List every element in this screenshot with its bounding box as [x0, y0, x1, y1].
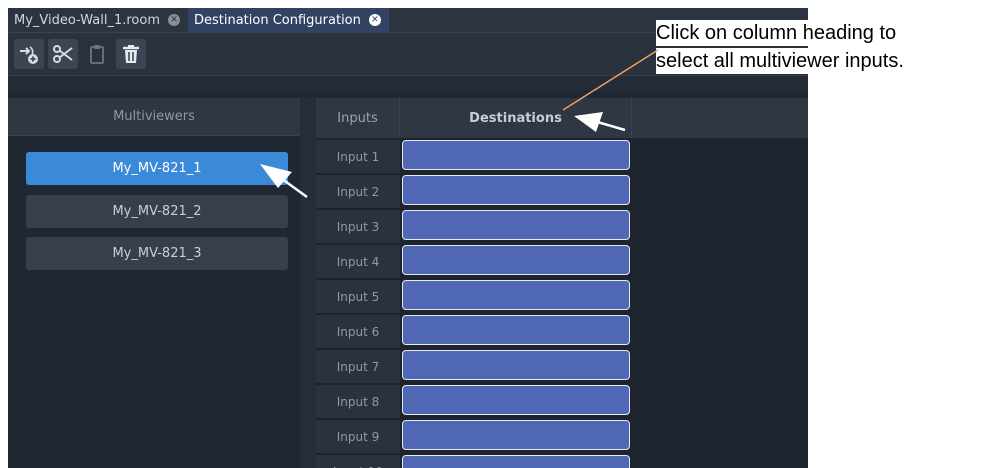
destination-cell[interactable] [402, 280, 630, 310]
destination-cell[interactable] [402, 140, 630, 170]
destination-cell[interactable] [402, 385, 630, 415]
input-row-label[interactable]: Input 4 [316, 245, 400, 279]
input-row-label[interactable]: Input 7 [316, 350, 400, 384]
tab-label: Destination Configuration [193, 12, 361, 28]
input-row-label[interactable]: Input 1 [316, 140, 400, 174]
paste-button[interactable] [82, 39, 112, 69]
destination-cell[interactable] [402, 455, 630, 468]
cut-button[interactable] [48, 39, 78, 69]
multiviewer-item[interactable]: My_MV-821_1 [26, 152, 288, 185]
destination-cell[interactable] [402, 245, 630, 275]
close-icon[interactable]: ✕ [167, 14, 180, 26]
callout-line-2: select all multiviewer inputs. [656, 48, 904, 74]
destination-cell[interactable] [402, 350, 630, 380]
scissors-icon [53, 45, 73, 63]
callout-line-1: Click on column heading to [656, 20, 897, 46]
delete-button[interactable] [116, 39, 146, 69]
destination-cell[interactable] [402, 420, 630, 450]
input-row-label[interactable]: Input 9 [316, 420, 400, 454]
destination-cell[interactable] [402, 175, 630, 205]
input-row-label[interactable]: Input 6 [316, 315, 400, 349]
multiviewer-item[interactable]: My_MV-821_2 [26, 195, 288, 228]
multiviewers-pane: Multiviewers My_MV-821_1 My_MV-821_2 My_… [8, 98, 300, 468]
close-icon[interactable]: ✕ [368, 14, 381, 26]
tab-label: My_Video-Wall_1.room [14, 12, 160, 28]
destinations-table: Inputs Destinations Input 1 Input 2 Inpu… [316, 98, 808, 468]
input-row-label[interactable]: Input 2 [316, 175, 400, 209]
tab-destination-configuration[interactable]: Destination Configuration ✕ [187, 8, 389, 32]
clipboard-icon [90, 45, 104, 64]
multiviewers-header: Multiviewers [8, 98, 300, 136]
add-destination-button[interactable] [14, 39, 44, 69]
inputs-column-header[interactable]: Inputs [316, 98, 400, 138]
input-row-label[interactable]: Input 3 [316, 210, 400, 244]
tab-video-wall-room[interactable]: My_Video-Wall_1.room ✕ [8, 8, 188, 32]
multiviewer-item[interactable]: My_MV-821_3 [26, 237, 288, 270]
empty-column-header [632, 98, 808, 138]
input-row-label[interactable]: Input 10 [316, 455, 400, 468]
trash-icon [123, 45, 139, 63]
destination-cell[interactable] [402, 210, 630, 240]
destinations-column-header[interactable]: Destinations [400, 98, 632, 138]
destination-cell[interactable] [402, 315, 630, 345]
pane-splitter[interactable] [300, 98, 316, 468]
input-row-label[interactable]: Input 8 [316, 385, 400, 419]
app-window: My_Video-Wall_1.room ✕ Destination Confi… [8, 8, 808, 468]
input-row-label[interactable]: Input 5 [316, 280, 400, 314]
toolbar-divider [8, 75, 808, 91]
add-destination-icon [20, 46, 38, 64]
